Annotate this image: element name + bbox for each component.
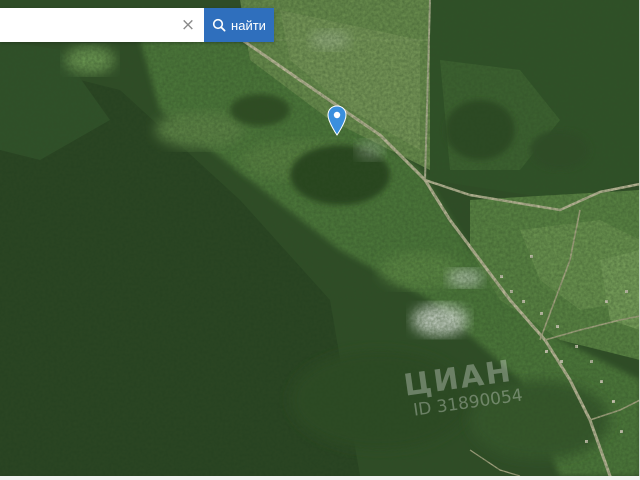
search-button[interactable]: найти [204,8,274,42]
map-pin-icon[interactable] [327,105,347,136]
satellite-imagery [0,0,639,476]
search-bar: × найти [0,8,274,42]
search-input[interactable] [0,8,204,42]
search-icon [212,18,226,32]
search-button-label: найти [231,17,266,33]
clear-search-button[interactable]: × [178,8,198,42]
satellite-map[interactable] [0,0,640,476]
